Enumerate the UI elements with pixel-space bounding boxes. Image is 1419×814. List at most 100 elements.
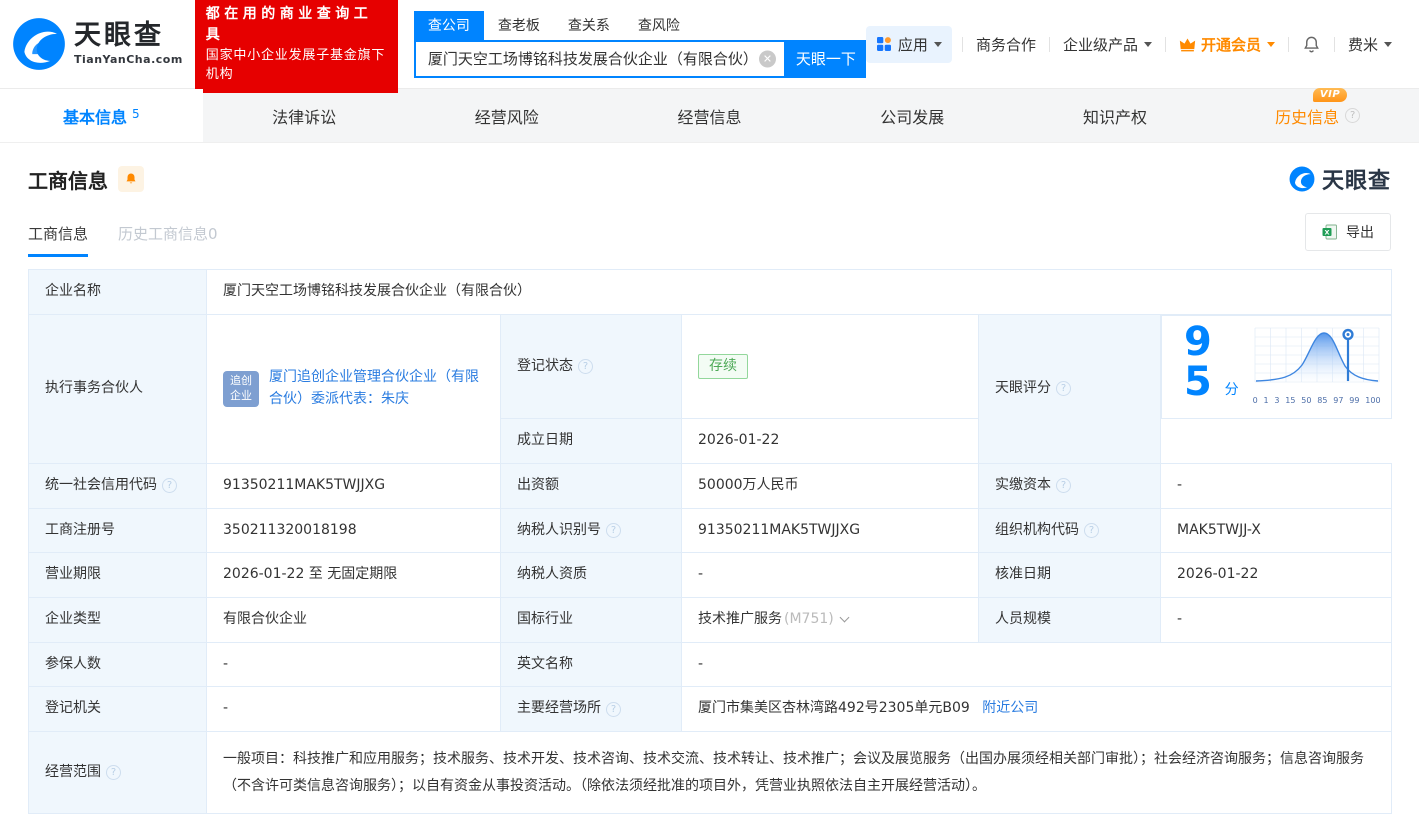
tab-label: 基本信息 bbox=[63, 107, 128, 127]
chevron-down-icon bbox=[1384, 42, 1392, 51]
help-icon[interactable]: ? bbox=[162, 478, 177, 494]
english-name-value: - bbox=[680, 641, 1393, 688]
tianyan-score-value: 95 分 0 1 3 15 50 85 97 99 100 bbox=[1161, 314, 1392, 419]
watermark-logo: 天眼查 bbox=[1289, 163, 1391, 195]
tianyancha-logo-icon bbox=[1289, 166, 1315, 192]
tab-label: 经营信息 bbox=[677, 107, 742, 127]
establish-date-label: 成立日期 bbox=[500, 418, 682, 464]
search-row: ✕ 天眼一下 bbox=[413, 39, 866, 78]
section-header: 工商信息 天眼查 bbox=[28, 163, 1391, 195]
tab-label: 经营风险 bbox=[474, 107, 539, 127]
apps-grid-icon bbox=[876, 37, 891, 51]
export-label: 导出 bbox=[1346, 225, 1374, 241]
approval-date-value: 2026-01-22 bbox=[1159, 552, 1393, 598]
brand-name: 天眼查 bbox=[74, 20, 164, 52]
search-area: 查公司 查老板 查关系 查风险 ✕ 天眼一下 bbox=[413, 10, 866, 78]
taxpayer-quality-value: - bbox=[681, 552, 979, 598]
reg-number-value: 350211320018198 bbox=[206, 507, 501, 554]
chevron-down-icon bbox=[933, 42, 942, 51]
help-icon[interactable]: ? bbox=[106, 765, 121, 781]
search-tab-boss[interactable]: 查老板 bbox=[484, 11, 554, 40]
help-icon[interactable]: ? bbox=[1056, 381, 1071, 397]
help-icon[interactable]: ? bbox=[606, 701, 621, 717]
business-info-table: 企业名称 厦门天空工场博铭科技发展合伙企业（有限合伙） 执行事务合伙人 追创 企… bbox=[28, 269, 1393, 814]
company-type-value: 有限合伙企业 bbox=[206, 596, 501, 643]
reg-number-label: 工商注册号 bbox=[28, 507, 207, 554]
table-row: 企业名称 厦门天空工场博铭科技发展合伙企业（有限合伙） bbox=[28, 269, 1393, 315]
establish-date-value: 2026-01-22 bbox=[681, 418, 979, 464]
site-logo[interactable]: 天眼查 TianYanCha.com bbox=[12, 17, 183, 71]
search-button[interactable]: 天眼一下 bbox=[785, 39, 866, 78]
industry-label: 国标行业 bbox=[500, 596, 682, 643]
tab-intellectual-property[interactable]: 知识产权 bbox=[1014, 89, 1217, 142]
industry-code: (M751) bbox=[784, 610, 834, 627]
export-button[interactable]: X 导出 bbox=[1305, 213, 1391, 251]
search-tab-risk[interactable]: 查风险 bbox=[624, 11, 694, 40]
help-icon[interactable]: ? bbox=[1056, 478, 1071, 494]
help-icon[interactable]: ? bbox=[1084, 522, 1099, 538]
taxpayer-id-label: 纳税人识别号 ? bbox=[500, 507, 682, 554]
industry-value: 技术推广服务 (M751) bbox=[681, 596, 979, 643]
username: 费米 bbox=[1347, 35, 1378, 54]
table-row: 执行事务合伙人 追创 企业 厦门追创企业管理合伙企业（有限合伙）委派代表：朱庆 … bbox=[28, 313, 1392, 464]
partner-type-badge: 追创 企业 bbox=[223, 370, 259, 407]
reg-authority-value: - bbox=[206, 686, 501, 732]
nearby-companies-link[interactable]: 附近公司 bbox=[982, 700, 1038, 716]
slogan-line1: 都在用的商业查询工具 bbox=[205, 5, 373, 43]
help-icon[interactable]: ? bbox=[1345, 108, 1361, 123]
credit-code-label: 统一社会信用代码 ? bbox=[28, 462, 207, 509]
premises-value: 厦门市集美区杏林湾路492号2305单元B09 附近公司 bbox=[680, 686, 1393, 732]
tianyancha-company-page: 天眼查 TianYanCha.com 都在用的商业查询工具 国家中小企业发展子基… bbox=[0, 0, 1419, 814]
user-account-menu[interactable]: 费米 bbox=[1335, 34, 1405, 55]
english-name-label: 英文名称 bbox=[500, 641, 682, 688]
subtab-business-info[interactable]: 工商信息 bbox=[28, 223, 89, 257]
managing-partner-label: 执行事务合伙人 bbox=[28, 313, 207, 464]
tab-history-info[interactable]: 历史信息 VIP ? bbox=[1216, 87, 1419, 142]
notifications-button[interactable] bbox=[1289, 35, 1334, 54]
score-axis-ticks: 0 1 3 15 50 85 97 99 100 bbox=[1252, 395, 1381, 405]
table-row: 营业期限 2026-01-22 至 无固定期限 纳税人资质 - 核准日期 202… bbox=[28, 552, 1393, 598]
search-tab-company[interactable]: 查公司 bbox=[413, 10, 484, 40]
tab-operating-risk[interactable]: 经营风险 bbox=[405, 89, 608, 142]
taxpayer-quality-label: 纳税人资质 bbox=[500, 552, 682, 598]
table-row: 统一社会信用代码 ? 91350211MAK5TWJJXG 出资额 50000万… bbox=[28, 462, 1393, 509]
business-cooperation-link[interactable]: 商务合作 bbox=[963, 34, 1049, 55]
business-term-label: 营业期限 bbox=[28, 552, 207, 598]
subscribe-alert-button[interactable] bbox=[118, 166, 144, 192]
score-number: 95 bbox=[1184, 318, 1212, 405]
score-distribution-chart: 0 1 3 15 50 85 97 99 100 bbox=[1253, 326, 1381, 407]
staff-size-label: 人员规模 bbox=[978, 596, 1161, 643]
bell-icon bbox=[1304, 36, 1319, 52]
managing-partner-link[interactable]: 厦门追创企业管理合伙企业（有限合伙）委派代表：朱庆 bbox=[269, 367, 484, 410]
business-info-section: 工商信息 天眼查 工商信息 历史工商信息0 X 导出 企业名称 厦门天空工场博铭… bbox=[0, 143, 1419, 814]
enterprise-products-label: 企业级产品 bbox=[1062, 35, 1138, 54]
clear-search-icon[interactable]: ✕ bbox=[758, 50, 776, 67]
chevron-down-icon[interactable] bbox=[839, 612, 850, 623]
capital-label: 出资额 bbox=[500, 462, 682, 509]
company-type-label: 企业类型 bbox=[28, 596, 207, 643]
vip-badge: VIP bbox=[1312, 87, 1348, 102]
business-scope-label: 经营范围 ? bbox=[28, 730, 207, 814]
tab-label: 法律诉讼 bbox=[272, 107, 337, 127]
table-row: 企业类型 有限合伙企业 国标行业 技术推广服务 (M751) 人员规模 - bbox=[28, 596, 1393, 643]
tab-operating-info[interactable]: 经营信息 bbox=[608, 89, 811, 142]
enterprise-products-menu[interactable]: 企业级产品 bbox=[1050, 34, 1165, 55]
apps-menu[interactable]: 应用 bbox=[865, 25, 952, 63]
paid-capital-label: 实缴资本 ? bbox=[978, 462, 1161, 509]
top-menu: 应用 商务合作 企业级产品 开通会员 费米 bbox=[865, 25, 1405, 63]
score-unit: 分 bbox=[1224, 382, 1239, 398]
tab-basic-info[interactable]: 基本信息 5 bbox=[0, 89, 203, 142]
search-input[interactable] bbox=[413, 39, 786, 78]
subtab-history-business-info[interactable]: 历史工商信息0 bbox=[118, 223, 218, 257]
help-icon[interactable]: ? bbox=[606, 522, 621, 538]
tab-company-development[interactable]: 公司发展 bbox=[811, 89, 1014, 142]
chevron-down-icon bbox=[1266, 42, 1275, 51]
search-tab-relation[interactable]: 查关系 bbox=[554, 11, 624, 40]
open-vip-menu[interactable]: 开通会员 bbox=[1166, 34, 1288, 55]
reg-status-label: 登记状态 ? bbox=[500, 313, 682, 420]
tab-legal-proceedings[interactable]: 法律诉讼 bbox=[203, 89, 406, 142]
help-icon[interactable]: ? bbox=[578, 358, 593, 374]
org-code-value: MAK5TWJJ-X bbox=[1159, 507, 1393, 554]
premises-label: 主要经营场所 ? bbox=[500, 686, 682, 732]
credit-code-value: 91350211MAK5TWJJXG bbox=[206, 462, 501, 509]
